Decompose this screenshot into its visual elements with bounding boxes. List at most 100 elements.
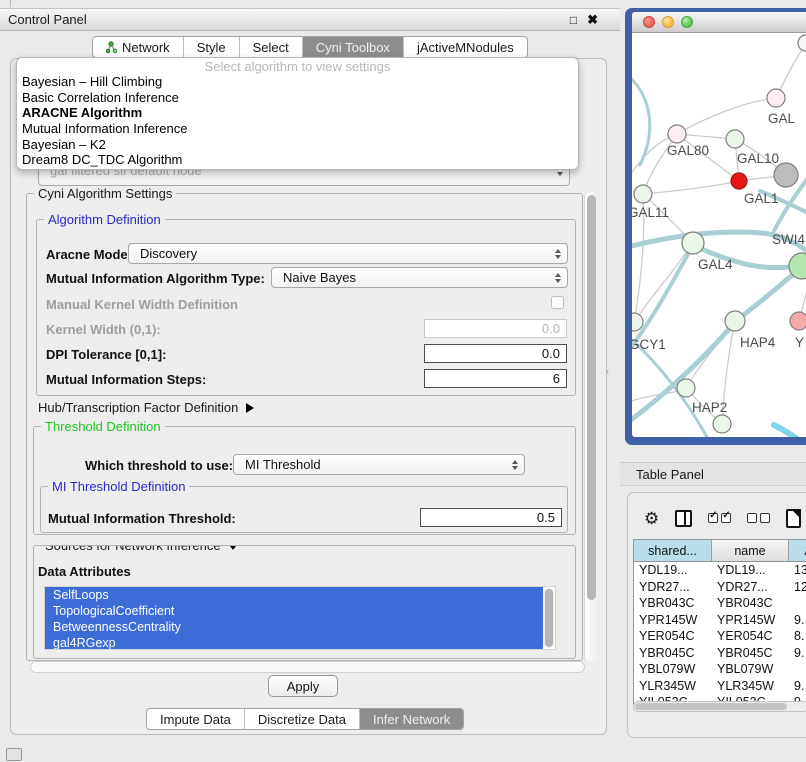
table-row[interactable]: YPR145WYPR145W9. [634, 612, 806, 629]
tab-network[interactable]: Network [93, 37, 184, 57]
tab-infer-network[interactable]: Infer Network [360, 709, 463, 729]
network-edge[interactable] [677, 98, 776, 134]
network-edge[interactable] [643, 181, 739, 194]
table-cell[interactable]: YDR27... [712, 579, 789, 596]
mi-steps-input[interactable]: 6 [424, 369, 567, 388]
table-cell[interactable] [789, 595, 806, 612]
table-horizontal-scrollbar[interactable] [633, 701, 806, 712]
table-cell[interactable]: YBL079W [712, 661, 789, 678]
algorithm-option-basic-correlation-inference[interactable]: Basic Correlation Inference [17, 90, 578, 106]
close-panel-icon[interactable]: ✖ [587, 12, 598, 28]
table-cell[interactable]: YER054C [712, 628, 789, 645]
table-cell[interactable] [789, 661, 806, 678]
table-row[interactable]: YDR27...YDR27...12 [634, 579, 806, 596]
algorithm-option-dream8-dc-tdc-algorithm[interactable]: Dream8 DC_TDC Algorithm [17, 152, 578, 168]
table-cell[interactable]: YDR27... [634, 579, 712, 596]
table-cell[interactable]: 9. [789, 678, 806, 695]
network-window-titlebar[interactable] [632, 12, 806, 33]
mi-threshold-input[interactable]: 0.5 [420, 508, 562, 527]
splitter-handle[interactable]: ‹ [606, 365, 614, 377]
column-header-name[interactable]: name [712, 540, 789, 561]
list-scrollbar[interactable] [543, 588, 554, 648]
network-edge[interactable] [632, 73, 650, 165]
table-cell[interactable]: YBR045C [712, 645, 789, 662]
mi-type-combo[interactable]: Naive Bayes [271, 267, 568, 288]
node-gcy1[interactable] [632, 313, 643, 331]
select-all-columns-icon[interactable] [708, 513, 731, 523]
table-cell[interactable]: 12 [789, 579, 806, 596]
table-row[interactable]: YBR043CYBR043C [634, 595, 806, 612]
tab-cyni-toolbox[interactable]: Cyni Toolbox [303, 37, 404, 57]
attribute-item-selfloops[interactable]: SelfLoops [45, 587, 543, 603]
hub-definition-expander[interactable]: Hub/Transcription Factor Definition [38, 400, 254, 415]
close-window-button[interactable] [643, 16, 655, 28]
table-cell[interactable]: YDL19... [634, 562, 712, 579]
table-row[interactable]: YBL079WYBL079W [634, 661, 806, 678]
settings-vertical-scrollbar[interactable] [584, 192, 598, 662]
node-gal10[interactable] [726, 130, 744, 148]
algorithm-option-mutual-information-inference[interactable]: Mutual Information Inference [17, 121, 578, 137]
table-cell[interactable]: YBL079W [634, 661, 712, 678]
node-partial-bottom[interactable] [713, 415, 731, 433]
table-cell[interactable]: YLR345W [712, 678, 789, 695]
zoom-window-button[interactable] [681, 16, 693, 28]
node-gray[interactable] [774, 163, 798, 187]
column-header-a[interactable]: A [789, 540, 806, 561]
algorithm-option-bayesian-hill-climbing[interactable]: Bayesian – Hill Climbing [17, 74, 578, 90]
node-hap4[interactable] [725, 311, 745, 331]
table-cell[interactable]: YPR145W [634, 612, 712, 629]
table-cell[interactable]: YER054C [634, 628, 712, 645]
network-canvas[interactable]: GALGAL80GAL10GAL1GAL11GAL4SWI4GCY1HAP4YH… [632, 33, 806, 437]
minimize-window-button[interactable] [662, 16, 674, 28]
float-window-icon[interactable]: □ [570, 13, 577, 27]
table-cell[interactable]: YDL19... [712, 562, 789, 579]
table-cell[interactable]: 8. [789, 628, 806, 645]
table-row[interactable]: YDL19...YDL19...13 [634, 562, 806, 579]
collapse-down-icon[interactable] [227, 545, 239, 550]
network-edge[interactable] [632, 134, 677, 183]
table-cell[interactable]: 13 [789, 562, 806, 579]
attribute-item-betweennesscentrality[interactable]: BetweennessCentrality [45, 619, 543, 635]
node-y[interactable] [790, 312, 806, 330]
aracne-mode-combo[interactable]: Discovery [128, 243, 568, 264]
table-cell[interactable]: 9. [789, 645, 806, 662]
table-cell[interactable]: YBR043C [634, 595, 712, 612]
node-gal4[interactable] [682, 232, 704, 254]
settings-horizontal-scrollbar[interactable] [30, 661, 585, 673]
apply-button[interactable]: Apply [268, 675, 338, 697]
table-cell[interactable]: 9. [789, 612, 806, 629]
table-cell[interactable]: YBR045C [634, 645, 712, 662]
node-gal1[interactable] [731, 173, 747, 189]
tab-style[interactable]: Style [184, 37, 240, 57]
algorithm-option-bayesian-k2[interactable]: Bayesian – K2 [17, 137, 578, 153]
algorithm-option-aracne-algorithm[interactable]: ARACNE Algorithm [17, 105, 578, 121]
node-partial-top-right[interactable] [798, 35, 806, 51]
manual-kernel-checkbox[interactable] [551, 296, 564, 309]
node-gal11[interactable] [634, 185, 652, 203]
column-header-shared[interactable]: shared... [634, 540, 712, 561]
table-cell[interactable]: YBR043C [712, 595, 789, 612]
dpi-tolerance-input[interactable]: 0.0 [424, 344, 567, 363]
node-gal80[interactable] [668, 125, 686, 143]
which-threshold-combo[interactable]: MI Threshold [233, 454, 525, 475]
network-edge[interactable] [774, 425, 806, 437]
table-row[interactable]: YLR345WYLR345W9. [634, 678, 806, 695]
collapsed-panel-icon[interactable] [6, 748, 22, 761]
node-hap2[interactable] [677, 379, 695, 397]
table-row[interactable]: YBR045CYBR045C9. [634, 645, 806, 662]
attribute-item-gal4rgexp[interactable]: gal4RGexp [45, 635, 543, 650]
attribute-item-topologicalcoefficient[interactable]: TopologicalCoefficient [45, 603, 543, 619]
tab-jactivemnodules[interactable]: jActiveMNodules [404, 37, 527, 57]
tab-discretize-data[interactable]: Discretize Data [245, 709, 360, 729]
export-table-icon[interactable] [786, 509, 801, 528]
tab-impute-data[interactable]: Impute Data [147, 709, 245, 729]
kernel-width-input[interactable]: 0.0 [424, 319, 567, 338]
node-gal-top[interactable] [767, 89, 785, 107]
table-cell[interactable]: YPR145W [712, 612, 789, 629]
tab-select[interactable]: Select [240, 37, 303, 57]
table-row[interactable]: YER054CYER054C8. [634, 628, 806, 645]
column-layout-icon[interactable] [675, 510, 692, 527]
gear-icon[interactable]: ⚙ [644, 510, 659, 527]
deselect-all-columns-icon[interactable] [747, 513, 770, 523]
table-cell[interactable]: YLR345W [634, 678, 712, 695]
